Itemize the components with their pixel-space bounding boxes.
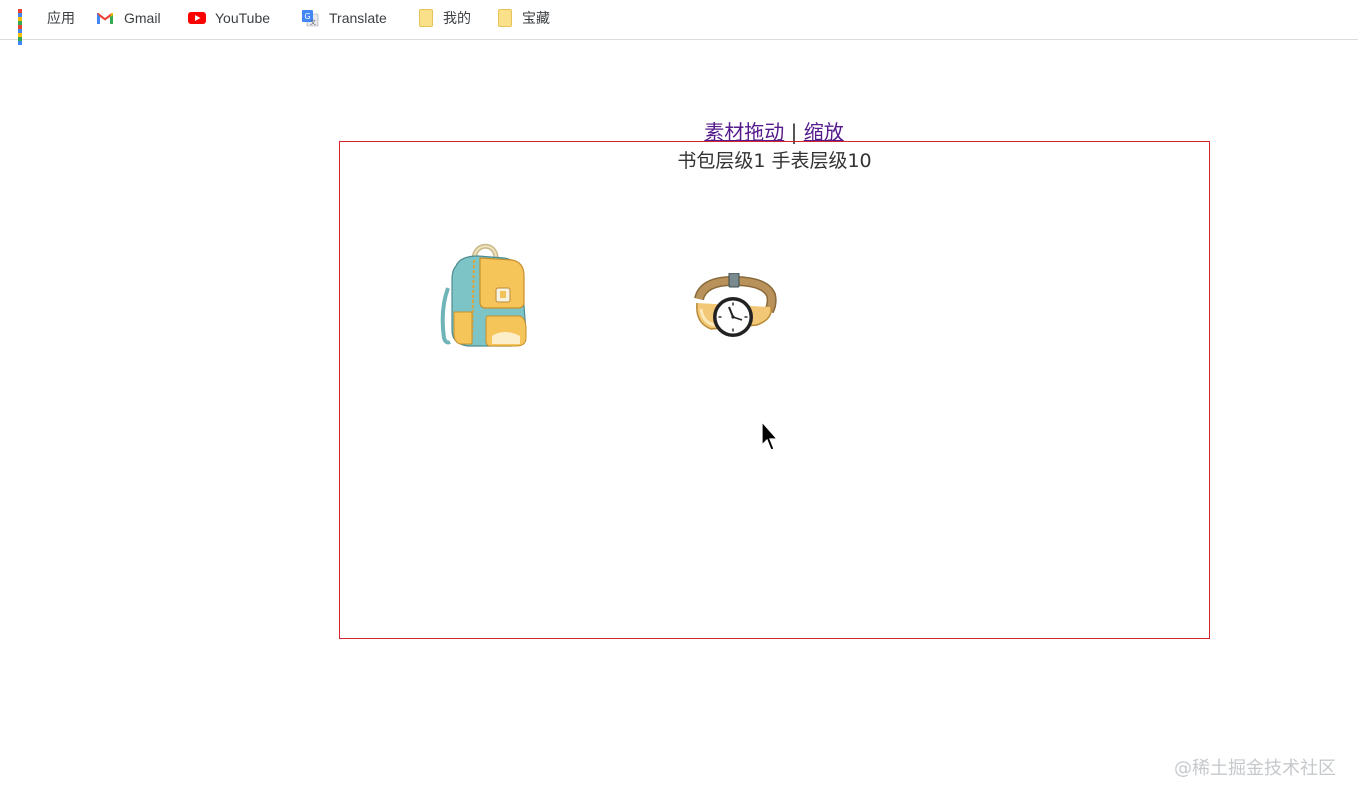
bookmark-gmail[interactable]: Gmail [96,8,161,28]
bookmark-apps-label: 应用 [47,10,75,26]
youtube-icon [187,9,206,27]
stage-caption: 书包层级1 手表层级10 [677,150,872,172]
bookmark-youtube[interactable]: YouTube [187,8,270,28]
backpack-icon [440,243,527,347]
folder-icon [419,9,433,27]
translate-icon: G 文 [301,9,319,27]
bookmark-folder-mine[interactable]: 我的 [419,8,471,28]
backpack-item[interactable] [438,240,534,352]
bookmark-gmail-label: Gmail [124,10,161,26]
apps-grid-icon [17,8,37,45]
bookmark-folder-mine-label: 我的 [443,10,471,26]
watch-item[interactable] [693,272,777,343]
bookmark-translate[interactable]: G 文 Translate [301,8,387,28]
bookmark-translate-label: Translate [329,10,387,26]
drag-stage: 书包层级1 手表层级10 [339,141,1210,639]
bookmark-apps[interactable]: 应用 [17,8,75,45]
bookmark-youtube-label: YouTube [215,10,271,26]
bookmark-folder-treasure-label: 宝藏 [522,10,550,26]
watch-icon [694,272,777,337]
bookmarks-bar: 应用 Gmail YouTube G 文 Translate 我的 宝藏 [0,0,1358,45]
bookmark-folder-treasure[interactable]: 宝藏 [498,8,550,28]
folder-icon [498,9,512,27]
watermark: @稀土掘金技术社区 [1174,758,1336,779]
gmail-icon [96,9,114,27]
svg-text:文: 文 [310,19,316,27]
